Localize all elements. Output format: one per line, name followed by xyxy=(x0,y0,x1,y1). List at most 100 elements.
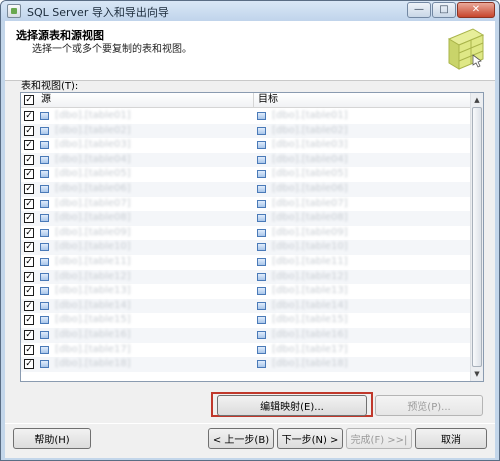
target-cell: [dbo].[table01] xyxy=(272,110,348,121)
target-cell: [dbo].[table16] xyxy=(272,329,348,340)
table-row[interactable]: ✓ [dbo].[table09] [dbo].[table09] xyxy=(21,226,471,241)
row-checkbox[interactable]: ✓ xyxy=(24,213,34,224)
row-checkbox[interactable]: ✓ xyxy=(24,330,34,340)
table-row[interactable]: ✓ [dbo].[table12] [dbo].[table12] xyxy=(21,269,471,285)
footer-separator xyxy=(5,423,495,424)
row-checkbox[interactable]: ✓ xyxy=(24,315,34,326)
table-icon xyxy=(257,258,266,266)
source-cell: [dbo].[table11] xyxy=(55,256,131,267)
table-row[interactable]: ✓ [dbo].[table16] [dbo].[table16] xyxy=(21,328,471,343)
table-row[interactable]: ✓ [dbo].[table02] [dbo].[table02] xyxy=(21,123,471,139)
table-row[interactable]: ✓ [dbo].[table14] [dbo].[table14] xyxy=(21,298,471,314)
target-cell: [dbo].[table12] xyxy=(272,270,348,282)
table-icon xyxy=(40,258,49,266)
table-row[interactable]: ✓ [dbo].[table10] [dbo].[table10] xyxy=(21,240,471,255)
source-cell: [dbo].[table05] xyxy=(55,168,131,180)
table-icon xyxy=(257,316,266,325)
table-icon xyxy=(40,155,49,164)
table-row[interactable]: ✓ [dbo].[table04] [dbo].[table04] xyxy=(21,152,471,168)
row-checkbox[interactable]: ✓ xyxy=(24,359,34,370)
tables-views-label: 表和视图(T): xyxy=(21,81,79,92)
page-subtitle: 选择一个或多个要复制的表和视图。 xyxy=(32,44,192,55)
table-icon xyxy=(257,155,266,164)
table-row[interactable]: ✓ [dbo].[table18] [dbo].[table18] xyxy=(21,357,471,372)
target-cell: [dbo].[table03] xyxy=(272,139,348,151)
table-icon xyxy=(257,345,266,354)
row-checkbox[interactable]: ✓ xyxy=(24,271,34,282)
list-scrollbar[interactable]: ▲ ▼ xyxy=(470,93,483,381)
edit-mappings-button[interactable]: 编辑映射(E)... xyxy=(217,395,367,416)
row-checkbox[interactable]: ✓ xyxy=(24,198,34,209)
source-cell: [dbo].[table09] xyxy=(55,226,131,238)
close-button[interactable]: ✕ xyxy=(457,2,495,18)
maximize-button[interactable]: □ xyxy=(432,2,456,18)
row-checkbox[interactable]: ✓ xyxy=(24,242,34,253)
table-icon xyxy=(257,141,266,150)
table-icon xyxy=(40,243,49,252)
table-icon xyxy=(40,228,49,237)
row-checkbox[interactable]: ✓ xyxy=(24,286,34,297)
row-checkbox[interactable]: ✓ xyxy=(24,300,34,311)
table-icon xyxy=(40,272,49,281)
table-row[interactable]: ✓ [dbo].[table15] [dbo].[table15] xyxy=(21,313,471,328)
table-row[interactable]: ✓ [dbo].[table11] [dbo].[table11] xyxy=(21,255,471,270)
table-icon xyxy=(257,331,266,339)
target-cell: [dbo].[table02] xyxy=(272,124,348,136)
target-cell: [dbo].[table11] xyxy=(272,256,348,267)
scroll-up-icon[interactable]: ▲ xyxy=(471,93,483,107)
scroll-down-icon[interactable]: ▼ xyxy=(471,367,483,381)
next-button[interactable]: 下一步(N) > xyxy=(277,428,343,449)
wizard-window: SQL Server 导入和导出向导 — □ ✕ 选择源表和源视图 选择一个或多… xyxy=(0,0,500,461)
row-checkbox[interactable]: ✓ xyxy=(24,154,34,165)
table-icon xyxy=(40,287,49,296)
source-cell: [dbo].[table14] xyxy=(55,299,131,311)
target-cell: [dbo].[table09] xyxy=(272,226,348,238)
table-row[interactable]: ✓ [dbo].[table17] [dbo].[table17] xyxy=(21,343,471,358)
table-row[interactable]: ✓ [dbo].[table06] [dbo].[table06] xyxy=(21,182,471,197)
column-target[interactable]: 目标 xyxy=(254,93,471,108)
source-cell: [dbo].[table17] xyxy=(55,343,131,355)
row-checkbox[interactable]: ✓ xyxy=(24,125,34,136)
table-icon xyxy=(257,301,266,310)
target-cell: [dbo].[table15] xyxy=(272,314,348,326)
table-icon xyxy=(40,360,49,369)
cancel-button[interactable]: 取消 xyxy=(415,428,487,449)
table-icon xyxy=(257,126,266,135)
table-row[interactable]: ✓ [dbo].[table05] [dbo].[table05] xyxy=(21,167,471,182)
table-icon xyxy=(257,199,266,208)
row-checkbox[interactable]: ✓ xyxy=(24,227,34,238)
row-checkbox[interactable]: ✓ xyxy=(24,257,34,267)
preview-button[interactable]: 预览(P)... xyxy=(375,395,483,416)
window-title: SQL Server 导入和导出向导 xyxy=(27,6,169,19)
table-icon xyxy=(40,331,49,339)
table-icon xyxy=(40,170,49,179)
table-row[interactable]: ✓ [dbo].[table03] [dbo].[table03] xyxy=(21,138,471,153)
column-source[interactable]: 源 xyxy=(37,93,254,108)
minimize-button[interactable]: — xyxy=(407,2,431,18)
table-row[interactable]: ✓ [dbo].[table01] [dbo].[table01] xyxy=(21,109,471,124)
target-cell: [dbo].[table08] xyxy=(272,212,348,224)
table-row[interactable]: ✓ [dbo].[table13] [dbo].[table13] xyxy=(21,284,471,299)
table-icon xyxy=(40,126,49,135)
app-icon xyxy=(7,4,21,18)
scroll-thumb[interactable] xyxy=(472,107,482,367)
row-checkbox[interactable]: ✓ xyxy=(24,344,34,355)
row-checkbox[interactable]: ✓ xyxy=(24,184,34,194)
table-row[interactable]: ✓ [dbo].[table07] [dbo].[table07] xyxy=(21,197,471,212)
select-all-checkbox[interactable]: ✓ xyxy=(24,95,34,105)
target-cell: [dbo].[table05] xyxy=(272,168,348,180)
help-button[interactable]: 帮助(H) xyxy=(13,428,91,449)
finish-button[interactable]: 完成(F) >>| xyxy=(346,428,412,449)
row-checkbox[interactable]: ✓ xyxy=(24,111,34,121)
table-icon xyxy=(40,316,49,325)
row-checkbox[interactable]: ✓ xyxy=(24,169,34,180)
back-button[interactable]: < 上一步(B) xyxy=(208,428,274,449)
wizard-tables-icon xyxy=(447,28,485,70)
source-cell: [dbo].[table01] xyxy=(55,110,131,121)
tables-listview[interactable]: ✓ 源 目标 ✓ [dbo].[table01] [dbo].[table01] ✓ [… xyxy=(20,92,484,382)
table-row[interactable]: ✓ [dbo].[table08] [dbo].[table08] xyxy=(21,211,471,226)
table-icon xyxy=(40,141,49,150)
row-checkbox[interactable]: ✓ xyxy=(24,140,34,151)
table-icon xyxy=(40,185,49,193)
source-cell: [dbo].[table13] xyxy=(55,285,131,297)
